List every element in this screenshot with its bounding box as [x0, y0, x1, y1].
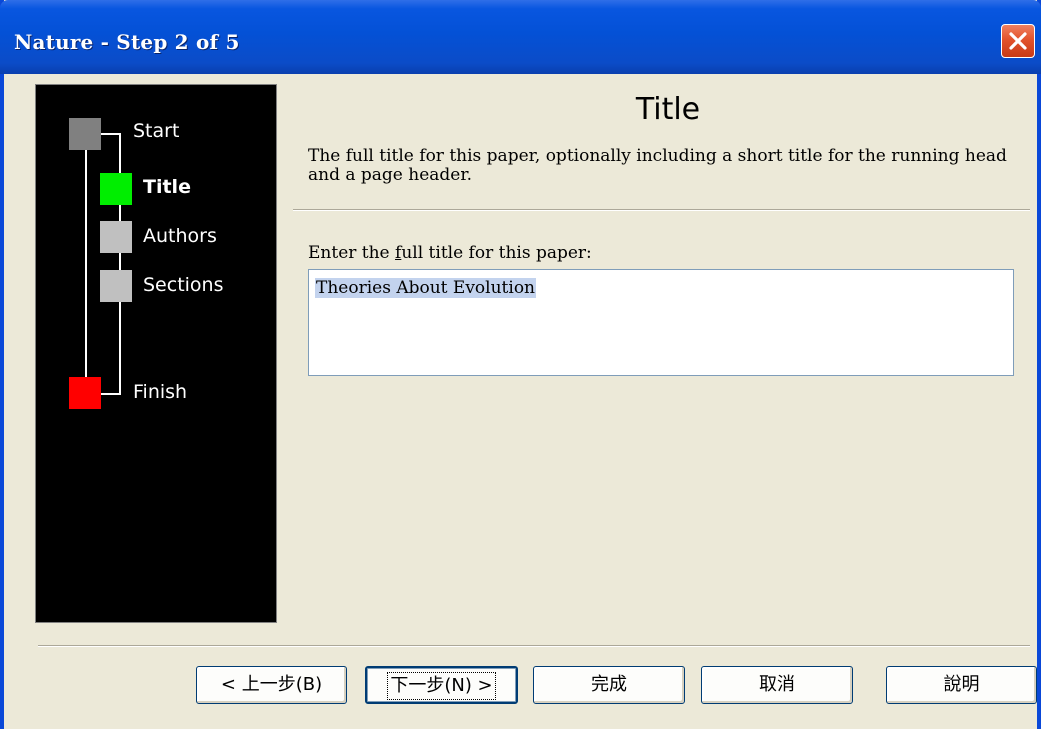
- cancel-button[interactable]: 取消: [701, 666, 853, 704]
- step-label-authors: Authors: [143, 225, 217, 247]
- step-marker-authors: [100, 221, 132, 253]
- finish-button[interactable]: 完成: [533, 666, 685, 704]
- step-label-finish: Finish: [133, 381, 188, 403]
- help-button[interactable]: 說明: [886, 666, 1037, 704]
- step-marker-finish: [69, 377, 101, 409]
- step-marker-sections: [100, 270, 132, 302]
- wizard-window: Nature - Step 2 of 5 Start Title Authors…: [0, 0, 1041, 729]
- next-button[interactable]: 下一步(N) >: [365, 666, 518, 704]
- step-label-start: Start: [133, 120, 180, 142]
- title-bar[interactable]: Nature - Step 2 of 5: [0, 0, 1041, 74]
- window-title: Nature - Step 2 of 5: [14, 30, 240, 54]
- steps-panel: Start Title Authors Sections Finish: [35, 84, 277, 623]
- step-label-sections: Sections: [143, 274, 224, 296]
- step-label-title: Title: [143, 176, 191, 198]
- title-textarea[interactable]: Theories About Evolution: [308, 269, 1014, 376]
- title-field-label: Enter the full title for this paper:: [308, 243, 592, 263]
- page-description: The full title for this paper, optionall…: [308, 146, 1007, 185]
- back-button[interactable]: < 上一步(B): [196, 666, 347, 704]
- step-marker-title: [100, 173, 132, 205]
- step-marker-start: [69, 118, 101, 150]
- title-textarea-value[interactable]: Theories About Evolution: [315, 278, 536, 298]
- close-icon: [1009, 32, 1027, 50]
- page-title: Title: [635, 92, 701, 127]
- footer-divider: [38, 645, 1030, 647]
- close-button[interactable]: [1001, 24, 1035, 58]
- header-divider: [293, 209, 1030, 211]
